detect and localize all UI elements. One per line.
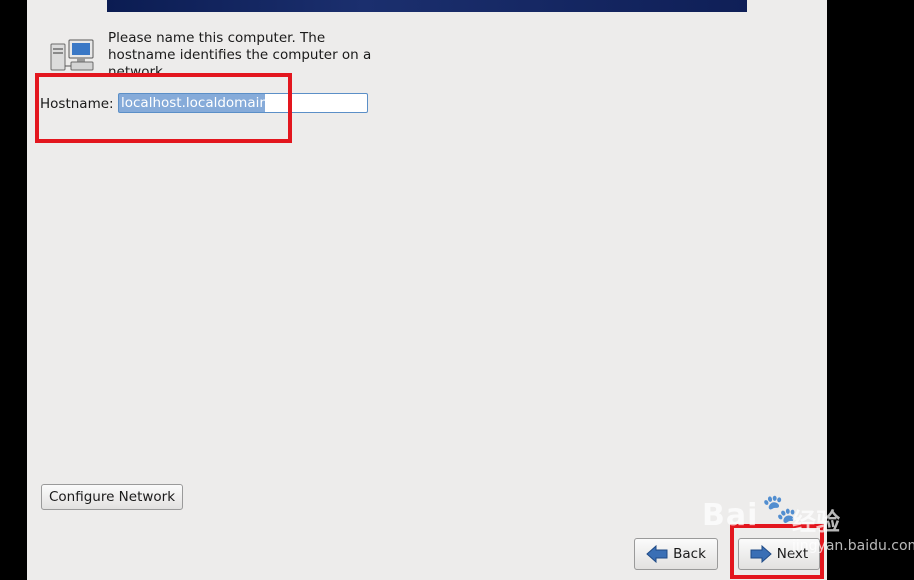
back-arrow-icon: [646, 545, 668, 563]
hostname-description: Please name this computer. The hostname …: [108, 30, 372, 76]
network-computers-icon: [50, 39, 94, 71]
baidu-watermark: Bai 🐾 经验 jingyan.baidu.com: [700, 488, 914, 558]
watermark-text: Bai: [702, 498, 759, 533]
header-banner: [107, 0, 747, 12]
configure-network-button[interactable]: Configure Network: [41, 484, 183, 510]
configure-network-label: Configure Network: [48, 489, 176, 505]
watermark-jingyan: 经验: [792, 508, 840, 536]
watermark-url: jingyan.baidu.com: [792, 538, 914, 554]
annotation-box-hostname: [35, 73, 292, 143]
